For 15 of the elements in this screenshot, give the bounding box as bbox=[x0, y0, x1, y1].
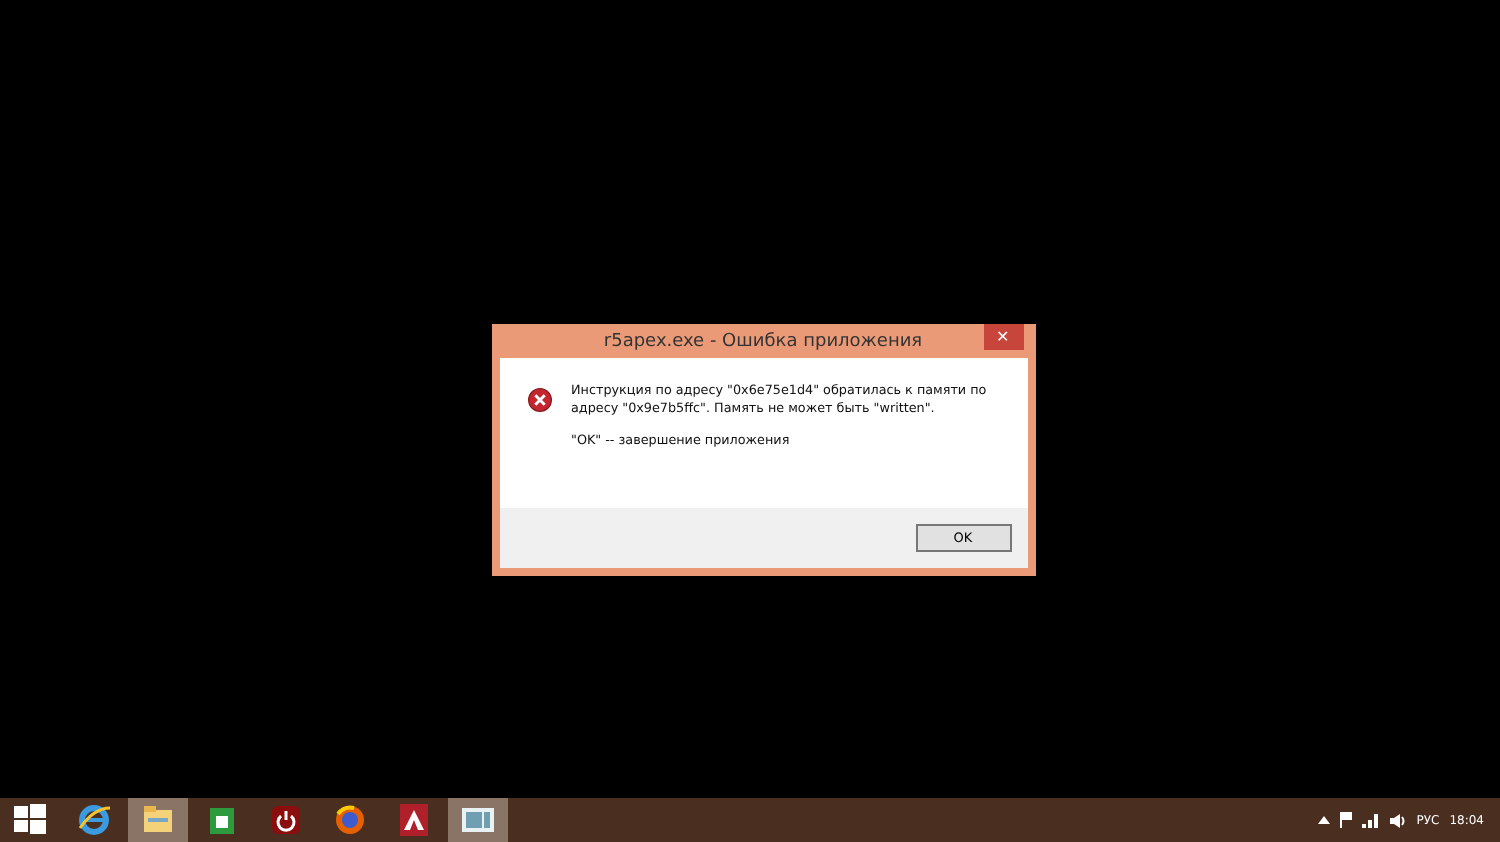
windows-icon[interactable] bbox=[14, 804, 46, 836]
window-title: r5apex.exe - Ошибка приложения bbox=[603, 331, 923, 351]
window-icon[interactable] bbox=[462, 804, 494, 836]
flag-icon[interactable] bbox=[1340, 812, 1353, 828]
close-button[interactable]: ✕ bbox=[983, 324, 1023, 350]
store-icon[interactable] bbox=[206, 804, 238, 836]
speaker-icon[interactable] bbox=[1390, 813, 1407, 827]
globe-icon[interactable] bbox=[334, 804, 366, 836]
caret-icon[interactable] bbox=[1318, 816, 1331, 824]
power-icon[interactable] bbox=[270, 804, 302, 836]
error-icon bbox=[527, 382, 551, 418]
triangle-icon[interactable] bbox=[398, 804, 430, 836]
folder-icon[interactable] bbox=[142, 804, 174, 836]
browser-icon[interactable] bbox=[78, 804, 110, 836]
signal-icon[interactable] bbox=[1362, 813, 1381, 827]
